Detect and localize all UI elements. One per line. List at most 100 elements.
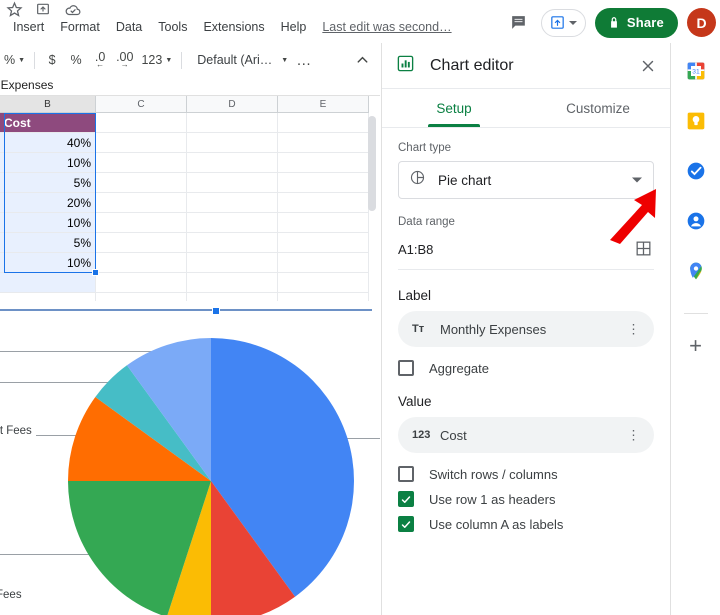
cell-D2[interactable] xyxy=(187,133,278,153)
cell-E4[interactable] xyxy=(278,173,369,193)
present-caret-icon[interactable] xyxy=(568,20,577,25)
cell-C1[interactable] xyxy=(96,113,187,133)
cell-D9[interactable] xyxy=(187,273,278,293)
aggregate-checkbox-row[interactable]: Aggregate xyxy=(398,360,654,376)
pie-chart-graphic[interactable] xyxy=(66,336,356,615)
grid-row[interactable] xyxy=(0,293,380,301)
toolbar-decrease-decimal-button[interactable]: .0 ← xyxy=(88,48,112,72)
cell-D10[interactable] xyxy=(187,293,278,301)
cell-E8[interactable] xyxy=(278,253,369,273)
cell-C9[interactable] xyxy=(96,273,187,293)
cell-E9[interactable] xyxy=(278,273,369,293)
selection-fill-handle[interactable] xyxy=(92,269,99,276)
grid-row[interactable]: 10% xyxy=(0,153,380,173)
cell-C2[interactable] xyxy=(96,133,187,153)
cell-B1[interactable]: Cost xyxy=(0,113,96,133)
use-colA-labels-row[interactable]: Use column A as labels xyxy=(398,516,654,532)
grid-row[interactable]: 5% xyxy=(0,233,380,253)
close-icon[interactable] xyxy=(636,54,660,78)
cell-C3[interactable] xyxy=(96,153,187,173)
more-vert-icon[interactable]: ⋮ xyxy=(627,429,640,442)
present-button[interactable] xyxy=(540,8,586,37)
cell-E1[interactable] xyxy=(278,113,369,133)
use-row1-headers-checkbox[interactable] xyxy=(398,491,414,507)
cell-E3[interactable] xyxy=(278,153,369,173)
toolbar-increase-decimal-button[interactable]: .00 → xyxy=(112,48,137,72)
add-addon-button[interactable]: + xyxy=(689,335,702,357)
cell-E7[interactable] xyxy=(278,233,369,253)
calendar-icon[interactable]: 31 xyxy=(686,61,706,81)
menu-insert[interactable]: Insert xyxy=(5,17,52,37)
column-header-e[interactable]: E xyxy=(278,96,369,113)
label-field-chip[interactable]: Tᴛ Monthly Expenses ⋮ xyxy=(398,311,654,347)
data-range-value[interactable]: A1:B8 xyxy=(398,242,433,257)
cell-B8[interactable]: 10% xyxy=(0,253,96,273)
cell-C6[interactable] xyxy=(96,213,187,233)
menu-data[interactable]: Data xyxy=(108,17,150,37)
grid-row[interactable]: 10% xyxy=(0,213,380,233)
cell-D1[interactable] xyxy=(187,113,278,133)
toolbar-font-selector[interactable]: Default (Ari… ▼ xyxy=(187,48,292,72)
cell-B7[interactable]: 5% xyxy=(0,233,96,253)
more-vert-icon[interactable]: ⋮ xyxy=(627,323,640,336)
grid-row[interactable]: 20% xyxy=(0,193,380,213)
grid-select-icon[interactable] xyxy=(634,239,654,259)
menu-extensions[interactable]: Extensions xyxy=(195,17,272,37)
cell-E2[interactable] xyxy=(278,133,369,153)
cell-C7[interactable] xyxy=(96,233,187,253)
aggregate-checkbox[interactable] xyxy=(398,360,414,376)
grid-row[interactable]: 40% xyxy=(0,133,380,153)
switch-rows-columns-row[interactable]: Switch rows / columns xyxy=(398,466,654,482)
grid-row[interactable]: Cost xyxy=(0,113,380,133)
menu-help[interactable]: Help xyxy=(273,17,315,37)
chart-resize-handle[interactable] xyxy=(212,307,220,315)
menu-tools[interactable]: Tools xyxy=(150,17,195,37)
cell-C5[interactable] xyxy=(96,193,187,213)
cell-D5[interactable] xyxy=(187,193,278,213)
chart-type-dropdown-caret[interactable] xyxy=(632,177,642,183)
cell-D6[interactable] xyxy=(187,213,278,233)
tab-setup[interactable]: Setup xyxy=(382,89,526,127)
comment-icon[interactable] xyxy=(506,10,532,36)
toolbar-more-button[interactable]: … xyxy=(292,48,317,72)
cell-D3[interactable] xyxy=(187,153,278,173)
cell-E5[interactable] xyxy=(278,193,369,213)
share-button[interactable]: Share xyxy=(594,7,678,38)
cell-D8[interactable] xyxy=(187,253,278,273)
cell-B9[interactable] xyxy=(0,273,96,293)
pie-chart-object[interactable]: d rt Fees Fees xyxy=(0,304,380,615)
cell-D7[interactable] xyxy=(187,233,278,253)
column-header-d[interactable]: D xyxy=(187,96,278,113)
menu-format[interactable]: Format xyxy=(52,17,108,37)
toolbar-currency-button[interactable]: $ xyxy=(40,48,64,72)
cell-B10[interactable] xyxy=(0,293,96,301)
cell-B6[interactable]: 10% xyxy=(0,213,96,233)
cell-E6[interactable] xyxy=(278,213,369,233)
grid-row[interactable] xyxy=(0,273,380,293)
cell-B5[interactable]: 20% xyxy=(0,193,96,213)
tab-customize[interactable]: Customize xyxy=(526,89,670,127)
toolbar-percent-format[interactable]: % ▼ xyxy=(0,48,29,72)
cell-E10[interactable] xyxy=(278,293,369,301)
toolbar-more-formats-button[interactable]: 123 ▼ xyxy=(137,48,176,72)
last-edit-status[interactable]: Last edit was second… xyxy=(318,17,455,37)
cell-B3[interactable]: 10% xyxy=(0,153,96,173)
cell-D4[interactable] xyxy=(187,173,278,193)
use-colA-labels-checkbox[interactable] xyxy=(398,516,414,532)
cloud-saved-icon[interactable] xyxy=(64,1,81,18)
toolbar-percent-button[interactable]: % xyxy=(64,48,88,72)
spreadsheet-grid[interactable]: B C D E Cost 40% 10% 5% 20% 10% 5% 10% xyxy=(0,96,380,301)
grid-row[interactable]: 10% xyxy=(0,253,380,273)
move-to-folder-icon[interactable] xyxy=(35,1,52,18)
contacts-icon[interactable] xyxy=(686,211,706,231)
vertical-scrollbar[interactable] xyxy=(368,116,376,211)
formula-bar[interactable]: hly Expenses xyxy=(0,75,380,96)
switch-rows-columns-checkbox[interactable] xyxy=(398,466,414,482)
keep-icon[interactable] xyxy=(686,111,706,131)
maps-icon[interactable] xyxy=(686,261,706,281)
chart-type-dropdown[interactable]: Pie chart xyxy=(398,161,654,199)
column-header-c[interactable]: C xyxy=(96,96,187,113)
use-row1-headers-row[interactable]: Use row 1 as headers xyxy=(398,491,654,507)
column-header-b[interactable]: B xyxy=(0,96,96,113)
star-icon[interactable] xyxy=(6,1,23,18)
